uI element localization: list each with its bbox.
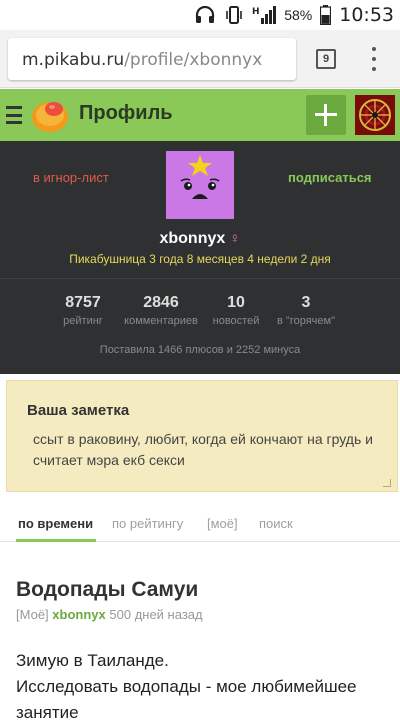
battery-percent: 58% xyxy=(284,7,313,23)
post-meta: [Моё] xbonnyx 500 дней назад xyxy=(16,607,203,622)
clock: 10:53 xyxy=(339,4,394,26)
url-host: m.pikabu.ru xyxy=(22,50,125,70)
tab-by-rating[interactable]: по рейтингу xyxy=(112,516,183,531)
profile-username: xbonnyx xyxy=(159,230,226,247)
profile-avatar xyxy=(166,151,234,219)
post-tag[interactable]: [Моё] xyxy=(16,607,49,622)
stat-value: 10 xyxy=(227,294,245,311)
sort-tabs: по времени по рейтингу [моё] поиск xyxy=(0,508,400,542)
stat-news: 10 новостей xyxy=(206,294,266,327)
user-avatar[interactable] xyxy=(355,95,395,135)
signal-h-icon: H xyxy=(252,5,277,25)
stat-label: комментариев xyxy=(124,315,198,327)
page-title: Профиль xyxy=(79,102,173,124)
stat-hot: 3 в "горячем" xyxy=(270,294,342,327)
resize-handle-icon[interactable] xyxy=(383,479,391,487)
hamburger-menu-icon[interactable] xyxy=(6,106,22,124)
tab-mine[interactable]: [моё] xyxy=(207,516,238,531)
browser-toolbar: m.pikabu.ru/profile/xbonnyx 9 xyxy=(0,30,400,88)
profile-header: в игнор-лист подписаться xbonnyx ♀ Пикабу… xyxy=(0,141,400,374)
tab-by-time[interactable]: по времени xyxy=(18,516,93,531)
post-title[interactable]: Водопады Самуи xyxy=(16,578,198,602)
post-body: Зимую в Таиланде. Исследовать водопады -… xyxy=(16,648,394,726)
profile-username-row: xbonnyx ♀ xyxy=(0,230,400,248)
pikabu-logo[interactable] xyxy=(30,96,70,139)
stat-rating: 8757 рейтинг xyxy=(40,294,126,327)
headphones-icon xyxy=(194,6,216,24)
note-title: Ваша заметка xyxy=(27,402,130,419)
profile-stats: 8757 рейтинг 2846 комментариев 10 новост… xyxy=(0,294,400,334)
stat-label: в "горячем" xyxy=(277,315,335,327)
add-post-button[interactable] xyxy=(306,95,346,135)
votes-summary: Поставила 1466 плюсов и 2252 минуса xyxy=(99,344,301,356)
active-tab-indicator xyxy=(16,539,96,542)
browser-menu-icon[interactable] xyxy=(368,47,380,71)
tab-switcher-button[interactable]: 9 xyxy=(316,49,336,69)
ignore-list-link[interactable]: в игнор-лист xyxy=(33,170,109,185)
svg-text:H: H xyxy=(252,7,260,17)
post-body-line: Зимую в Таиланде. xyxy=(16,651,169,670)
user-note[interactable]: Ваша заметка ссыт в раковину, любит, ког… xyxy=(6,380,398,492)
url-path: /profile/xbonnyx xyxy=(124,50,263,70)
battery-icon xyxy=(320,5,332,25)
post-age: 500 дней назад xyxy=(109,607,203,622)
stat-label: рейтинг xyxy=(63,315,103,327)
note-text: ссыт в раковину, любит, когда ей кончают… xyxy=(33,431,373,468)
post-body-line: Исследовать водопады - мое любимейшее за… xyxy=(16,677,357,722)
stat-value: 2846 xyxy=(143,294,179,311)
tab-search[interactable]: поиск xyxy=(259,516,293,531)
gender-icon: ♀ xyxy=(229,230,241,247)
app-header: Профиль xyxy=(0,89,400,141)
member-since: Пикабушница 3 года 8 месяцев 4 недели 2 … xyxy=(69,252,331,266)
profile-divider xyxy=(0,278,400,279)
post-author[interactable]: xbonnyx xyxy=(52,607,105,622)
phone-vibrate-icon xyxy=(224,5,244,25)
subscribe-link[interactable]: подписаться xyxy=(288,170,372,185)
status-bar: H 58% 10:53 xyxy=(0,0,400,30)
stat-value: 3 xyxy=(301,294,311,311)
url-bar[interactable]: m.pikabu.ru/profile/xbonnyx xyxy=(8,38,296,80)
stat-label: новостей xyxy=(212,315,260,327)
stat-value: 8757 xyxy=(65,294,101,311)
stat-comments: 2846 комментариев xyxy=(116,294,206,327)
